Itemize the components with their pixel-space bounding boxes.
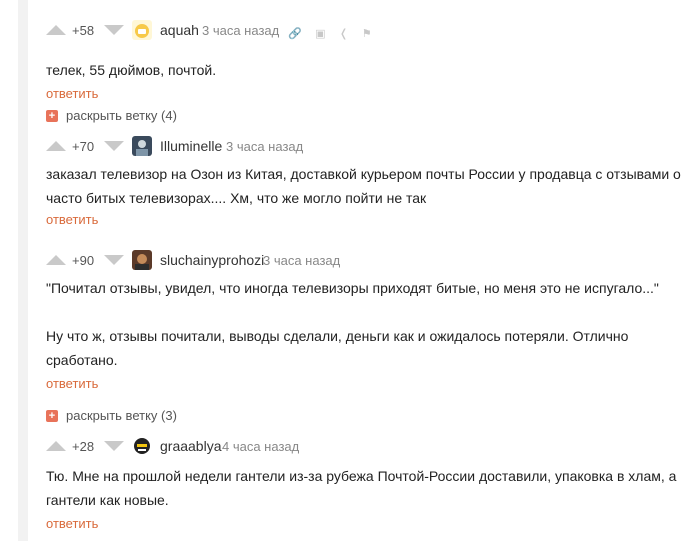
comment-header: +70 Illuminelle 3 часа назад [46,136,690,160]
comment-header: +58 aquah 3 часа назад 🔗 ▣ ❬ ⚑ [46,20,690,44]
username[interactable]: graaablya [160,438,222,454]
comment-rating: +70 [72,139,95,154]
upvote-icon[interactable] [46,441,66,451]
comment-header: +28 graaablya 4 часа назад [46,436,690,460]
timestamp: 3 часа назад [202,23,280,38]
plus-icon: + [46,409,58,422]
share-icon[interactable]: ❬ [339,27,348,40]
flag-icon[interactable]: ⚑ [362,27,372,40]
comment-text: Ну что ж, отзывы почитали, выводы сделал… [46,328,629,368]
comment-text: Тю. Мне на прошлой недели гантели из-за … [46,468,677,508]
expand-branch-label: раскрыть ветку (3) [66,408,177,423]
comment-header: +90 sluchainyprohozi 3 часа назад [46,250,690,274]
username[interactable]: Illuminelle [160,138,222,154]
upvote-icon[interactable] [46,25,66,35]
upvote-icon[interactable] [46,141,66,151]
comment: +28 graaablya 4 часа назад Тю. Мне на пр… [46,436,690,533]
timestamp: 3 часа назад [263,253,341,268]
comment-rating: +28 [72,439,95,454]
reply-link[interactable]: ответить [46,376,98,391]
downvote-icon[interactable] [104,441,124,451]
expand-branch-button[interactable]: + раскрыть ветку (3) [46,408,177,423]
link-icon[interactable]: 🔗 [288,27,302,40]
comment-rating: +90 [72,253,95,268]
expand-branch-button[interactable]: + раскрыть ветку (4) [46,108,177,123]
plus-icon: + [46,109,58,122]
upvote-icon[interactable] [46,255,66,265]
reply-link[interactable]: ответить [46,516,98,531]
comment-text: "Почитал отзывы, увидел, что иногда теле… [46,280,659,296]
comment: +70 Illuminelle 3 часа назад заказал тел… [46,136,690,229]
downvote-icon[interactable] [104,255,124,265]
reply-link[interactable]: ответить [46,86,98,101]
avatar[interactable] [132,20,152,40]
avatar[interactable] [132,436,152,456]
timestamp: 4 часа назад [222,439,300,454]
username[interactable]: aquah [160,22,199,38]
save-icon[interactable]: ▣ [315,27,325,40]
comment: +90 sluchainyprohozi 3 часа назад "Почит… [46,250,690,393]
thread-line[interactable] [18,0,28,541]
timestamp: 3 часа назад [226,139,304,154]
expand-branch-label: раскрыть ветку (4) [66,108,177,123]
reply-link[interactable]: ответить [46,212,98,227]
username[interactable]: sluchainyprohozi [160,252,264,268]
downvote-icon[interactable] [104,25,124,35]
avatar[interactable] [132,250,152,270]
comment-actions: 🔗 ▣ ❬ ⚑ [288,24,381,40]
comment-rating: +58 [72,23,95,38]
comment-text: телек, 55 дюймов, почтой. [46,62,217,78]
avatar[interactable] [132,136,152,156]
comment: +58 aquah 3 часа назад 🔗 ▣ ❬ ⚑ телек, 55… [46,20,690,103]
comment-text: заказал телевизор на Озон из Китая, дост… [46,166,681,206]
downvote-icon[interactable] [104,141,124,151]
